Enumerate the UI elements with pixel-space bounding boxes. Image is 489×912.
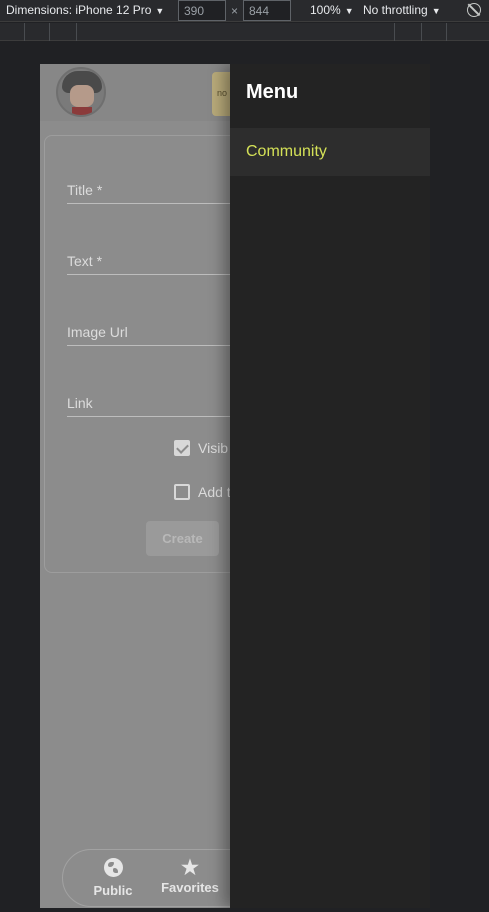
media-query-ruler (0, 23, 489, 41)
add-checkbox-row[interactable]: Add t (174, 484, 231, 500)
width-input[interactable]: 390 (178, 0, 226, 21)
times-icon: × (231, 4, 239, 18)
devtools-device-toolbar: Dimensions: iPhone 12 Pro ▼ 390 × 844 100… (0, 0, 489, 22)
nav-item-favorites[interactable]: ★ Favorites (160, 858, 220, 895)
star-icon: ★ (181, 857, 199, 879)
device-viewport: no Title * Text * Image Url Link Visib A… (40, 64, 430, 908)
title-label: Title * (67, 182, 103, 198)
ruler-segment[interactable] (76, 23, 77, 41)
globe-icon (83, 858, 143, 881)
chevron-down-icon: ▼ (431, 6, 441, 16)
add-label: Add t (198, 484, 231, 500)
nav-public-label: Public (93, 883, 133, 898)
throttling-selector[interactable]: No throttling ▼ (363, 3, 441, 17)
nav-item-public[interactable]: Public (83, 858, 143, 898)
ruler-segment[interactable] (49, 23, 50, 41)
height-input[interactable]: 844 (243, 0, 291, 21)
rotate-disabled-icon[interactable] (467, 3, 481, 17)
chevron-down-icon: ▼ (344, 6, 354, 16)
zoom-selector[interactable]: 100% ▼ (310, 3, 354, 17)
chevron-down-icon: ▼ (155, 6, 165, 16)
add-checkbox[interactable] (174, 484, 190, 500)
visible-checkbox[interactable] (174, 440, 190, 456)
throttling-value: No throttling (363, 3, 428, 17)
avatar-shirt (72, 107, 92, 115)
ruler-segment[interactable] (421, 23, 422, 41)
link-label: Link (67, 395, 93, 411)
text-label: Text * (67, 253, 103, 269)
ruler-segment[interactable] (24, 23, 25, 41)
avatar[interactable] (56, 67, 106, 117)
ruler-segment[interactable] (446, 23, 447, 41)
device-name: Dimensions: iPhone 12 Pro (6, 3, 152, 17)
ruler-segment[interactable] (394, 23, 395, 41)
side-drawer: Menu Community (230, 64, 430, 908)
create-button[interactable]: Create (146, 521, 219, 556)
drawer-item-community[interactable]: Community (230, 128, 430, 176)
badge-text: no (217, 88, 228, 98)
device-selector[interactable]: Dimensions: iPhone 12 Pro ▼ (6, 3, 164, 17)
visible-label: Visib (198, 440, 229, 456)
image-url-label: Image Url (67, 324, 128, 340)
drawer-title: Menu (246, 81, 299, 103)
zoom-value: 100% (310, 3, 341, 17)
avatar-face (70, 85, 94, 107)
visible-checkbox-row[interactable]: Visib (174, 440, 228, 456)
nav-favorites-label: Favorites (161, 880, 219, 895)
